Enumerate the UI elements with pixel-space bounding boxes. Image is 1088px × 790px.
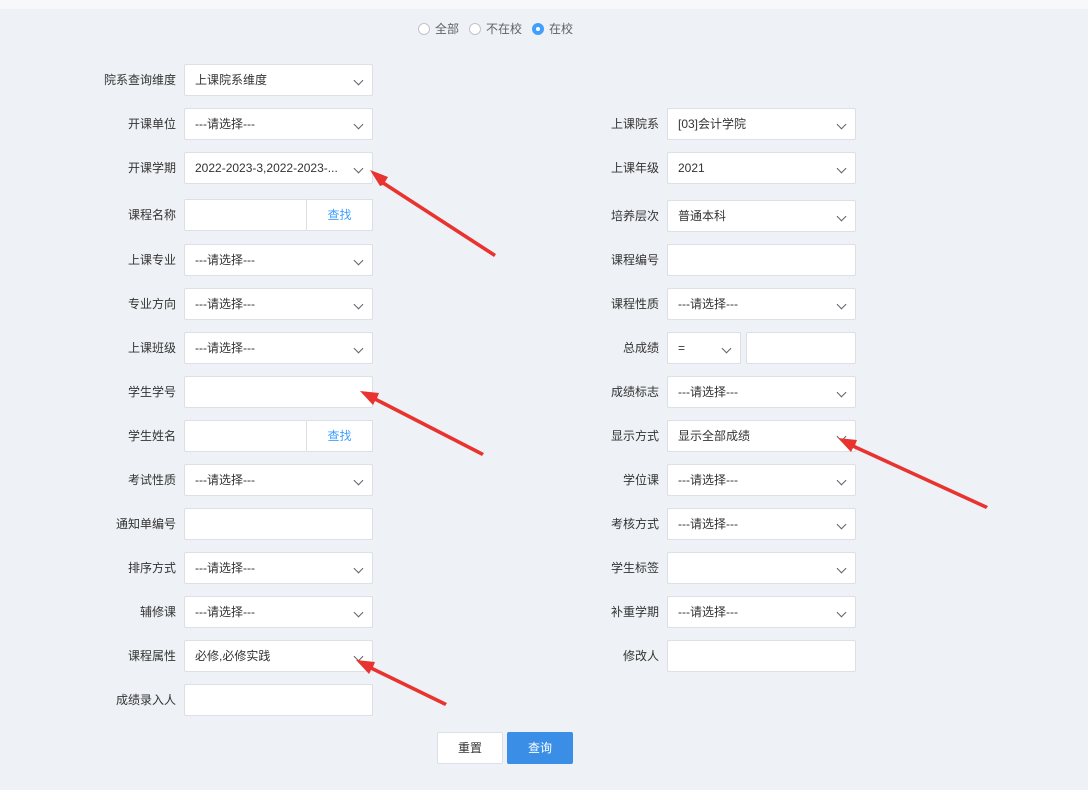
training-level-select[interactable]: 普通本科 — [667, 200, 856, 232]
total-score-input[interactable] — [746, 332, 856, 364]
select-value: ---请选择--- — [195, 341, 255, 355]
select-value: ---请选择--- — [678, 297, 738, 311]
radio-in-school[interactable]: 在校 — [532, 20, 573, 38]
field-label: 学生学号 — [127, 385, 176, 399]
term-select[interactable]: 2022-2023-3,2022-2023-... — [184, 152, 373, 184]
course-name-find-button[interactable]: 查找 — [307, 199, 373, 231]
select-value: 2021 — [678, 161, 705, 175]
course-name-input[interactable] — [184, 199, 307, 231]
student-tag-select[interactable] — [667, 552, 856, 584]
radio-all-circle[interactable] — [418, 23, 430, 35]
modifier-input[interactable] — [667, 640, 856, 672]
annotation-arrow-term — [370, 170, 496, 257]
query-button[interactable]: 查询 — [507, 732, 573, 764]
total-score-operator-select[interactable]: = — [667, 332, 741, 364]
degree-course-select[interactable]: ---请选择--- — [667, 464, 856, 496]
exam-type-select[interactable]: ---请选择--- — [184, 464, 373, 496]
select-value: ---请选择--- — [678, 473, 738, 487]
field-label: 辅修课 — [139, 605, 176, 619]
field-label: 培养层次 — [610, 209, 659, 223]
select-value: ---请选择--- — [195, 253, 255, 267]
field-label: 排序方式 — [127, 561, 176, 575]
notice-number-input[interactable] — [184, 508, 373, 540]
select-value: 上课院系维度 — [195, 73, 268, 87]
field-label: 课程性质 — [610, 297, 659, 311]
field-label: 通知单编号 — [115, 517, 176, 531]
radio-not-in-school[interactable]: 不在校 — [469, 20, 522, 38]
field-label: 修改人 — [622, 649, 659, 663]
radio-in-school-label: 在校 — [549, 22, 574, 36]
field-label: 成绩标志 — [610, 385, 659, 399]
minor-course-select[interactable]: ---请选择--- — [184, 596, 373, 628]
field-label: 院系查询维度 — [103, 73, 176, 87]
class-year-select[interactable]: 2021 — [667, 152, 856, 184]
retake-term-select[interactable]: ---请选择--- — [667, 596, 856, 628]
score-flag-select[interactable]: ---请选择--- — [667, 376, 856, 408]
grade-entry-person-input[interactable] — [184, 684, 373, 716]
field-label: 课程名称 — [127, 208, 176, 222]
field-label: 上课班级 — [127, 341, 176, 355]
dept-dimension-select[interactable]: 上课院系维度 — [184, 64, 373, 96]
annotation-arrow-student-id — [360, 391, 484, 456]
select-value: ---请选择--- — [195, 605, 255, 619]
select-value: 普通本科 — [678, 209, 727, 223]
radio-in-school-circle[interactable] — [532, 23, 545, 35]
field-label: 课程编号 — [610, 253, 659, 267]
radio-all-label: 全部 — [435, 22, 460, 36]
select-value: ---请选择--- — [195, 297, 255, 311]
top-strip — [0, 0, 1088, 9]
assessment-method-select[interactable]: ---请选择--- — [667, 508, 856, 540]
field-label: 补重学期 — [610, 605, 659, 619]
field-label: 课程属性 — [127, 649, 176, 663]
student-name-input[interactable] — [184, 420, 307, 452]
select-value: 显示全部成绩 — [678, 429, 751, 443]
field-label: 考核方式 — [610, 517, 659, 531]
radio-all[interactable]: 全部 — [418, 20, 459, 38]
field-label: 专业方向 — [127, 297, 176, 311]
major-direction-select[interactable]: ---请选择--- — [184, 288, 373, 320]
annotation-arrow-display-mode — [838, 438, 988, 509]
field-label: 开课学期 — [127, 161, 176, 175]
field-label: 总成绩 — [622, 341, 659, 355]
field-label: 显示方式 — [610, 429, 659, 443]
select-value: 必修,必修实践 — [195, 649, 271, 663]
select-value: ---请选择--- — [678, 517, 738, 531]
field-label: 学生姓名 — [127, 429, 176, 443]
select-value: ---请选择--- — [678, 605, 738, 619]
display-mode-select[interactable]: 显示全部成绩 — [667, 420, 856, 452]
radio-not-in-school-circle[interactable] — [469, 23, 482, 35]
chevron-down-icon — [836, 563, 847, 574]
class-dept-select[interactable]: [03]会计学院 — [667, 108, 856, 140]
radio-not-in-school-label: 不在校 — [486, 22, 523, 36]
course-attribute-select[interactable]: 必修,必修实践 — [184, 640, 373, 672]
select-value: ---请选择--- — [678, 385, 738, 399]
sort-order-select[interactable]: ---请选择--- — [184, 552, 373, 584]
select-value: 2022-2023-3,2022-2023-... — [195, 161, 338, 175]
student-id-input[interactable] — [184, 376, 373, 408]
student-name-find-button[interactable]: 查找 — [307, 420, 373, 452]
field-label: 考试性质 — [127, 473, 176, 487]
select-value: ---请选择--- — [195, 473, 255, 487]
select-value: [03]会计学院 — [678, 117, 747, 131]
field-label: 上课专业 — [127, 253, 176, 267]
class-select[interactable]: ---请选择--- — [184, 332, 373, 364]
select-value: ---请选择--- — [195, 561, 255, 575]
select-value: ---请选择--- — [195, 117, 255, 131]
course-code-input[interactable] — [667, 244, 856, 276]
reset-button[interactable]: 重置 — [437, 732, 503, 764]
field-label: 上课院系 — [610, 117, 659, 131]
field-label: 上课年级 — [610, 161, 659, 175]
offering-unit-select[interactable]: ---请选择--- — [184, 108, 373, 140]
major-select[interactable]: ---请选择--- — [184, 244, 373, 276]
course-nature-select[interactable]: ---请选择--- — [667, 288, 856, 320]
field-label: 开课单位 — [127, 117, 176, 131]
field-label: 学位课 — [622, 473, 659, 487]
field-label: 学生标签 — [610, 561, 659, 575]
student-status-radio-group: 全部 不在校 在校 — [418, 20, 583, 38]
field-label: 成绩录入人 — [115, 693, 176, 707]
